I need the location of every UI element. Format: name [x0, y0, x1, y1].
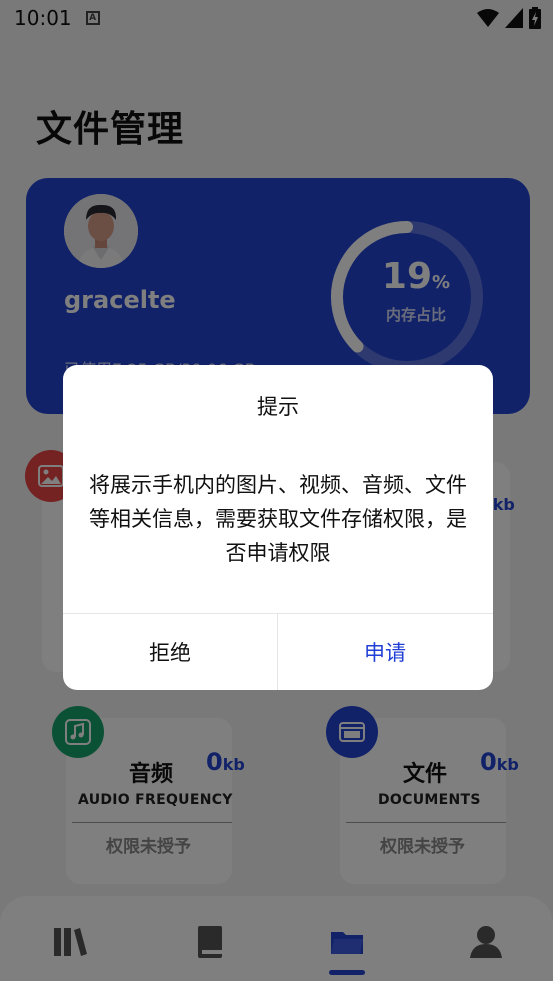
permission-dialog: 提示 将展示手机内的图片、视频、音频、文件等相关信息，需要获取文件存储权限，是否…: [63, 365, 493, 690]
dialog-title: 提示: [257, 395, 299, 419]
reject-button[interactable]: 拒绝: [63, 614, 277, 690]
dialog-message: 将展示手机内的图片、视频、音频、文件等相关信息，需要获取文件存储权限，是否申请权…: [89, 473, 467, 565]
accept-button[interactable]: 申请: [278, 614, 492, 690]
